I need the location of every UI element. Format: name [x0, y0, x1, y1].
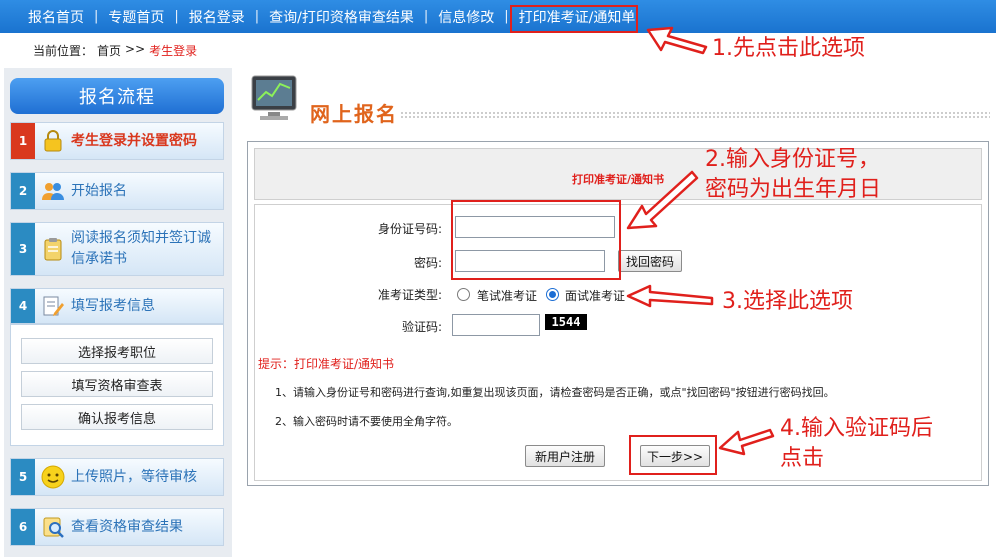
- annotation-box-nav: [510, 5, 638, 33]
- nav-item-edit-info[interactable]: 信息修改: [432, 7, 500, 27]
- step-number: 4: [11, 289, 35, 323]
- search-result-icon: [41, 515, 65, 539]
- sidebar: 报名流程 1 考生登录并设置密码 2 开始报名 3 阅读报名须知并签订诚信承诺书…: [4, 68, 232, 557]
- annotation-box-next: [629, 435, 717, 475]
- users-icon: [41, 179, 65, 203]
- nav-separator: |: [423, 9, 429, 24]
- step-label: 查看资格审查结果: [71, 518, 183, 535]
- captcha-image[interactable]: 1544: [545, 314, 587, 330]
- annotation-note-2a: 2.输入身份证号，: [705, 147, 880, 172]
- breadcrumb: 当前位置： 首页 >> 考生登录: [33, 42, 197, 59]
- step-number: 6: [11, 509, 35, 545]
- monitor-chart-icon: [250, 74, 302, 124]
- sidebar-step-login[interactable]: 1 考生登录并设置密码: [10, 122, 224, 160]
- nav-item-login[interactable]: 报名登录: [183, 7, 251, 27]
- sub-item-confirm-info[interactable]: 确认报考信息: [21, 404, 213, 430]
- breadcrumb-label: 当前位置：: [33, 44, 94, 58]
- heading-divider: [400, 111, 990, 119]
- nav-separator: |: [254, 9, 260, 24]
- tip-line-2: 2、输入密码时请不要使用全角字符。: [275, 415, 458, 428]
- step-number: 3: [11, 223, 35, 275]
- step-label: 开始报名: [71, 182, 127, 199]
- radio-written-exam[interactable]: [457, 288, 470, 301]
- tips-title: 提示：打印准考证/通知书: [258, 357, 395, 371]
- sidebar-step-read-notice[interactable]: 3 阅读报名须知并签订诚信承诺书: [10, 222, 224, 276]
- annotation-note-3: 3.选择此选项: [722, 289, 853, 314]
- nav-separator: |: [174, 9, 179, 24]
- step-label: 考生登录并设置密码: [71, 132, 197, 149]
- id-number-label: 身份证号码:: [377, 222, 442, 236]
- sidebar-title: 报名流程: [10, 78, 224, 114]
- breadcrumb-home[interactable]: 首页: [97, 42, 121, 59]
- step-label: 上传照片，等待审核: [71, 468, 197, 485]
- sidebar-step-start[interactable]: 2 开始报名: [10, 172, 224, 210]
- sub-steps-panel: 选择报考职位 填写资格审查表 确认报考信息: [10, 324, 224, 446]
- step-number: 5: [11, 459, 35, 495]
- password-label: 密码:: [413, 256, 442, 270]
- breadcrumb-sep: >>: [125, 42, 146, 56]
- annotation-note-4b: 点击: [780, 446, 825, 471]
- nav-item-home[interactable]: 报名首页: [22, 7, 90, 27]
- nav-item-special[interactable]: 专题首页: [102, 7, 170, 27]
- sub-item-select-position[interactable]: 选择报考职位: [21, 338, 213, 364]
- captcha-input[interactable]: [452, 314, 540, 336]
- clipboard-icon: [41, 237, 65, 261]
- radio-interview-label: 面试准考证: [565, 289, 626, 303]
- edit-document-icon: [41, 294, 65, 318]
- breadcrumb-current: 考生登录: [149, 44, 198, 58]
- tip-line-1: 1、请输入身份证号和密码进行查询,如重复出现该页面，请检查密码是否正确，或点"找…: [275, 386, 835, 399]
- annotation-box-credentials: [451, 200, 621, 280]
- step-number: 1: [11, 123, 35, 159]
- nav-separator: |: [94, 9, 99, 24]
- step-label: 阅读报名须知并签订诚信承诺书: [71, 230, 211, 267]
- sidebar-step-upload-photo[interactable]: 5 上传照片，等待审核: [10, 458, 224, 496]
- annotation-note-4a: 4.输入验证码后: [780, 416, 933, 441]
- page-title: 网上报名: [310, 102, 398, 126]
- sidebar-step-view-result[interactable]: 6 查看资格审查结果: [10, 508, 224, 546]
- nav-item-query-print[interactable]: 查询/打印资格审查结果: [263, 7, 420, 27]
- lock-icon: [41, 129, 65, 153]
- smiley-icon: [41, 465, 65, 489]
- annotation-note-1: 1.先点击此选项: [712, 36, 865, 61]
- radio-interview[interactable]: [546, 288, 559, 301]
- sub-item-fill-review-form[interactable]: 填写资格审查表: [21, 371, 213, 397]
- step-number: 2: [11, 173, 35, 209]
- register-button[interactable]: 新用户注册: [525, 445, 605, 467]
- radio-written-exam-label: 笔试准考证: [477, 289, 538, 303]
- top-nav: 报名首页 | 专题首页 | 报名登录 | 查询/打印资格审查结果 | 信息修改 …: [0, 0, 996, 33]
- find-password-button[interactable]: 找回密码: [618, 250, 682, 272]
- captcha-label: 验证码:: [401, 320, 442, 334]
- annotation-note-2b: 密码为出生年月日: [705, 177, 882, 202]
- step-label: 填写报考信息: [71, 297, 155, 314]
- ticket-type-label: 准考证类型:: [377, 288, 442, 302]
- sidebar-step-fill-info[interactable]: 4 填写报考信息: [10, 288, 224, 324]
